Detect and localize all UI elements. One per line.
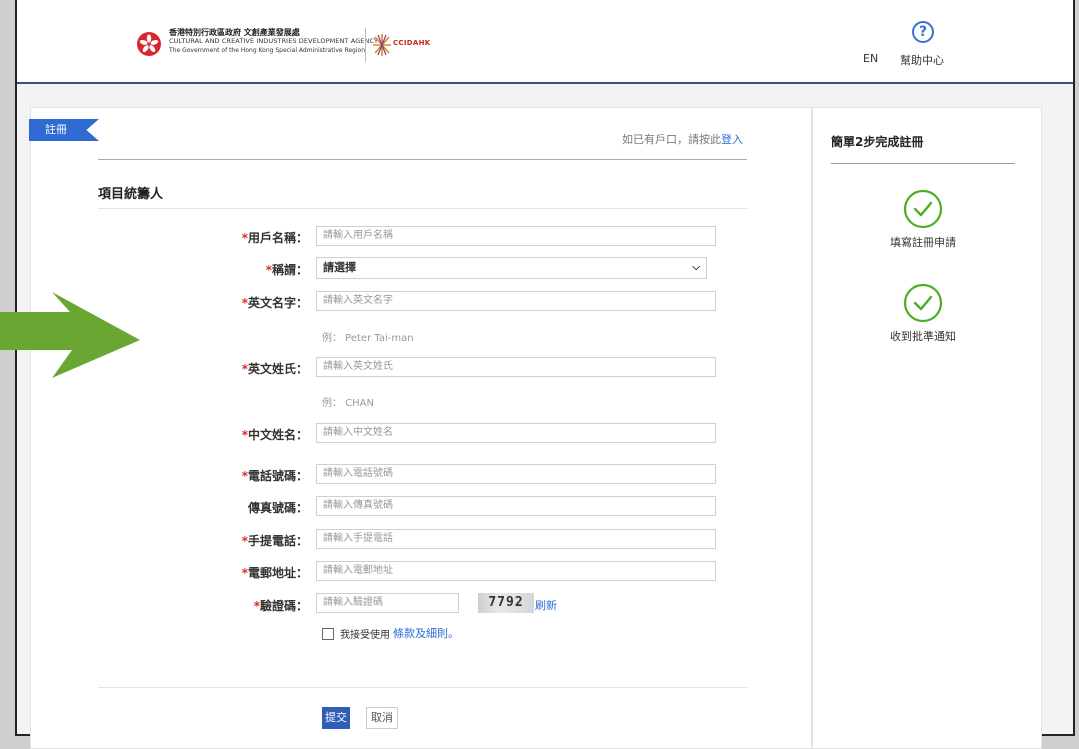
chevron-down-icon: ⌵ <box>692 262 700 273</box>
agency-logo-text: 香港特別行政區政府 文創產業發展處 CULTURAL AND CREATIVE … <box>169 28 378 55</box>
email-label-text: 電郵地址： <box>247 566 308 580</box>
logo-line-english: CULTURAL AND CREATIVE INDUSTRIES DEVELOP… <box>169 37 379 45</box>
chinese-name-label: *中文姓名： <box>98 426 308 443</box>
captcha-placeholder: 請輸入驗證碼 <box>323 597 383 608</box>
phone-label: *電話號碼： <box>98 467 308 484</box>
submit-button[interactable]: 提交 <box>322 707 350 729</box>
annotation-arrow-icon <box>0 292 140 378</box>
last-name-example: 例： CHAN <box>322 398 375 409</box>
captcha-input[interactable]: 請輸入驗證碼 <box>316 593 459 613</box>
chinese-name-input[interactable]: 請輸入中文姓名 <box>316 423 716 443</box>
username-placeholder: 請輸入用戶名稱 <box>323 230 393 241</box>
ccidahk-logo-text: CCIDAHK <box>393 39 431 47</box>
agree-text: 我接受使用 <box>340 630 390 641</box>
email-placeholder: 請輸入電郵地址 <box>323 565 393 576</box>
page-header: 香港特別行政區政府 文創產業發展處 CULTURAL AND CREATIVE … <box>17 0 1073 84</box>
check-circle-icon <box>903 283 943 323</box>
steps-title: 簡單2步完成註冊 <box>831 135 924 149</box>
logo-line-chinese: 香港特別行政區政府 文創產業發展處 <box>169 28 300 37</box>
check-circle-icon <box>903 189 943 229</box>
ccidahk-star-icon <box>373 34 391 56</box>
first-name-example: 例： Peter Tai-man <box>322 333 414 344</box>
step-2-label: 收到批準通知 <box>890 330 956 343</box>
username-input[interactable]: 請輸入用戶名稱 <box>316 226 716 246</box>
phone-placeholder: 請輸入電話號碼 <box>323 468 393 479</box>
captcha-image: 7792 <box>478 593 534 613</box>
email-label: *電郵地址： <box>98 564 308 581</box>
terms-checkbox[interactable] <box>322 628 334 640</box>
login-hint: 如已有戶口，請按此登入 <box>622 131 743 147</box>
help-center-link[interactable]: 幫助中心 <box>900 52 944 68</box>
login-link[interactable]: 登入 <box>721 133 743 146</box>
login-hint-text: 如已有戶口，請按此 <box>622 133 721 146</box>
captcha-refresh-link[interactable]: 刷新 <box>535 597 557 613</box>
divider <box>831 163 1015 164</box>
divider <box>98 687 747 688</box>
mobile-label-text: 手提電話： <box>247 534 308 548</box>
phone-input[interactable]: 請輸入電話號碼 <box>316 464 716 484</box>
divider <box>98 208 747 209</box>
mobile-label: *手提電話： <box>98 532 308 549</box>
phone-label-text: 電話號碼： <box>247 469 308 483</box>
salutation-selected-value: 請選擇 <box>323 261 356 274</box>
captcha-label-text: 驗證碼： <box>259 599 308 613</box>
first-name-placeholder: 請輸入英文名字 <box>323 295 393 306</box>
first-name-input[interactable]: 請輸入英文名字 <box>316 291 716 311</box>
fax-input[interactable]: 請輸入傳真號碼 <box>316 496 716 516</box>
username-label: *用戶名稱： <box>98 229 308 246</box>
salutation-label-text: 稱謂： <box>271 263 308 277</box>
language-toggle-link[interactable]: EN <box>863 52 878 65</box>
captcha-label: *驗證碼： <box>98 597 308 614</box>
last-name-placeholder: 請輸入英文姓氏 <box>323 361 393 372</box>
email-input[interactable]: 請輸入電郵地址 <box>316 561 716 581</box>
first-name-label-text: 英文名字： <box>247 296 308 310</box>
terms-link[interactable]: 條款及細則。 <box>393 625 459 641</box>
hksar-emblem-icon <box>137 32 161 56</box>
help-icon[interactable]: ? <box>912 21 934 43</box>
chinese-name-placeholder: 請輸入中文姓名 <box>323 427 393 438</box>
mobile-placeholder: 請輸入手提電話 <box>323 533 393 544</box>
section-title: 項目統籌人 <box>98 187 164 202</box>
register-tag-label: 註冊 <box>45 123 67 136</box>
last-name-label-text: 英文姓氏： <box>247 362 308 376</box>
fax-label: 傳真號碼： <box>98 499 308 516</box>
cancel-button[interactable]: 取消 <box>366 707 398 729</box>
fax-placeholder: 請輸入傳真號碼 <box>323 500 393 511</box>
last-name-input[interactable]: 請輸入英文姓氏 <box>316 357 716 377</box>
logo-divider <box>365 28 366 62</box>
divider <box>98 159 747 160</box>
username-label-text: 用戶名稱： <box>247 231 308 245</box>
mobile-input[interactable]: 請輸入手提電話 <box>316 529 716 549</box>
step-1-label: 填寫註冊申請 <box>890 236 956 249</box>
salutation-label: *稱謂： <box>98 261 308 278</box>
logo-line-government: The Government of the Hong Kong Special … <box>169 47 366 54</box>
chinese-name-label-text: 中文姓名： <box>247 428 308 442</box>
salutation-select[interactable]: 請選擇 ⌵ <box>316 257 707 279</box>
fax-label-text: 傳真號碼： <box>247 501 308 515</box>
